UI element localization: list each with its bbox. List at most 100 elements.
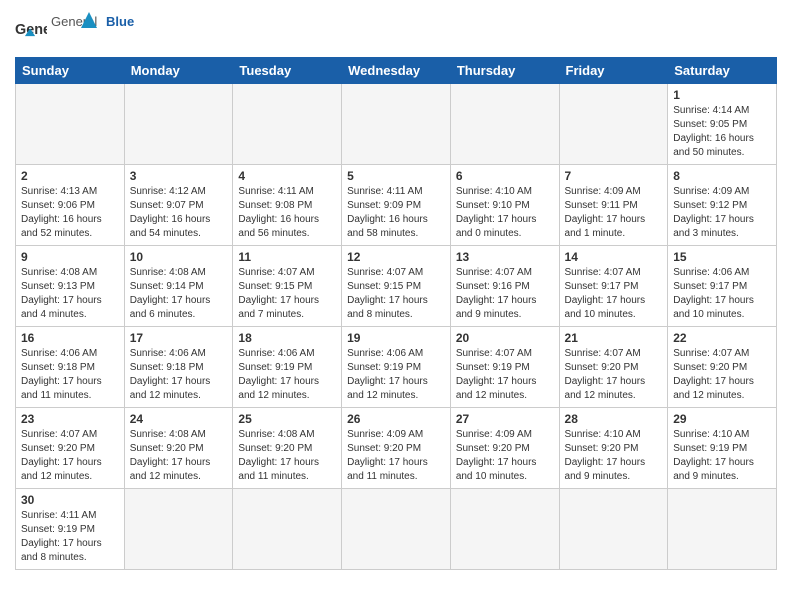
calendar-week-row: 30 Sunrise: 4:11 AM Sunset: 9:19 PM Dayli… — [16, 489, 777, 570]
calendar-cell: 3Sunrise: 4:12 AM Sunset: 9:07 PM Daylig… — [124, 165, 233, 246]
day-number: 29 — [673, 412, 771, 426]
day-info: Sunrise: 4:09 AM Sunset: 9:12 PM Dayligh… — [673, 185, 771, 241]
day-info: Sunrise: 4:06 AM Sunset: 9:18 PM Dayligh… — [130, 347, 228, 403]
calendar-cell — [124, 84, 233, 165]
day-info: Sunrise: 4:07 AM Sunset: 9:15 PM Dayligh… — [347, 266, 445, 322]
calendar-cell: 21 Sunrise: 4:07 AM Sunset: 9:20 PM Dayli… — [559, 327, 668, 408]
day-number: 9 — [21, 250, 119, 264]
day-info: Sunrise: 4:08 AM Sunset: 9:20 PM Dayligh… — [238, 428, 336, 484]
day-info: Sunrise: 4:06 AM Sunset: 9:17 PM Dayligh… — [673, 266, 771, 322]
day-info: Sunrise: 4:09 AM Sunset: 9:11 PM Dayligh… — [565, 185, 663, 241]
calendar-cell: 13Sunrise: 4:07 AM Sunset: 9:16 PM Dayli… — [450, 246, 559, 327]
day-header-wednesday: Wednesday — [342, 58, 451, 84]
day-header-tuesday: Tuesday — [233, 58, 342, 84]
day-info: Sunrise: 4:11 AM Sunset: 9:08 PM Dayligh… — [238, 185, 336, 241]
day-number: 4 — [238, 169, 336, 183]
calendar-cell — [233, 84, 342, 165]
day-number: 30 — [21, 493, 119, 507]
calendar-cell: 22 Sunrise: 4:07 AM Sunset: 9:20 PM Dayli… — [668, 327, 777, 408]
calendar-cell: 29Sunrise: 4:10 AM Sunset: 9:19 PM Dayli… — [668, 408, 777, 489]
day-info: Sunrise: 4:06 AM Sunset: 9:19 PM Dayligh… — [347, 347, 445, 403]
day-number: 20 — [456, 331, 554, 345]
calendar-week-row: 23Sunrise: 4:07 AM Sunset: 9:20 PM Dayli… — [16, 408, 777, 489]
day-header-sunday: Sunday — [16, 58, 125, 84]
day-number: 7 — [565, 169, 663, 183]
calendar-cell: 25Sunrise: 4:08 AM Sunset: 9:20 PM Dayli… — [233, 408, 342, 489]
day-number: 26 — [347, 412, 445, 426]
day-info: Sunrise: 4:07 AM Sunset: 9:20 PM Dayligh… — [565, 347, 663, 403]
calendar-cell — [559, 84, 668, 165]
day-number: 6 — [456, 169, 554, 183]
calendar-cell — [124, 489, 233, 570]
day-info: Sunrise: 4:06 AM Sunset: 9:19 PM Dayligh… — [238, 347, 336, 403]
calendar-cell — [342, 84, 451, 165]
calendar-cell — [450, 489, 559, 570]
day-number: 13 — [456, 250, 554, 264]
day-number: 10 — [130, 250, 228, 264]
calendar-cell: 8 Sunrise: 4:09 AM Sunset: 9:12 PM Daylig… — [668, 165, 777, 246]
day-info: Sunrise: 4:09 AM Sunset: 9:20 PM Dayligh… — [347, 428, 445, 484]
day-number: 16 — [21, 331, 119, 345]
day-info: Sunrise: 4:10 AM Sunset: 9:10 PM Dayligh… — [456, 185, 554, 241]
calendar-cell: 15 Sunrise: 4:06 AM Sunset: 9:17 PM Dayli… — [668, 246, 777, 327]
calendar-cell: 14Sunrise: 4:07 AM Sunset: 9:17 PM Dayli… — [559, 246, 668, 327]
calendar-cell: 12 Sunrise: 4:07 AM Sunset: 9:15 PM Dayli… — [342, 246, 451, 327]
calendar-cell: 19 Sunrise: 4:06 AM Sunset: 9:19 PM Dayli… — [342, 327, 451, 408]
day-number: 21 — [565, 331, 663, 345]
logo: General General Blue — [15, 10, 141, 53]
calendar-cell: 10 Sunrise: 4:08 AM Sunset: 9:14 PM Dayli… — [124, 246, 233, 327]
day-info: Sunrise: 4:08 AM Sunset: 9:14 PM Dayligh… — [130, 266, 228, 322]
day-info: Sunrise: 4:11 AM Sunset: 9:09 PM Dayligh… — [347, 185, 445, 241]
day-info: Sunrise: 4:11 AM Sunset: 9:19 PM Dayligh… — [21, 509, 119, 565]
calendar-cell: 6 Sunrise: 4:10 AM Sunset: 9:10 PM Daylig… — [450, 165, 559, 246]
calendar-cell: 11Sunrise: 4:07 AM Sunset: 9:15 PM Dayli… — [233, 246, 342, 327]
calendar-cell: 23Sunrise: 4:07 AM Sunset: 9:20 PM Dayli… — [16, 408, 125, 489]
svg-text:Blue: Blue — [106, 14, 134, 29]
generalblue-logo: General Blue — [51, 10, 141, 48]
calendar-week-row: 2Sunrise: 4:13 AM Sunset: 9:06 PM Daylig… — [16, 165, 777, 246]
calendar-cell: 2Sunrise: 4:13 AM Sunset: 9:06 PM Daylig… — [16, 165, 125, 246]
calendar-table: SundayMondayTuesdayWednesdayThursdayFrid… — [15, 57, 777, 570]
day-number: 27 — [456, 412, 554, 426]
day-header-saturday: Saturday — [668, 58, 777, 84]
day-number: 1 — [673, 88, 771, 102]
calendar-cell: 7 Sunrise: 4:09 AM Sunset: 9:11 PM Daylig… — [559, 165, 668, 246]
day-info: Sunrise: 4:06 AM Sunset: 9:18 PM Dayligh… — [21, 347, 119, 403]
day-number: 8 — [673, 169, 771, 183]
day-number: 11 — [238, 250, 336, 264]
day-info: Sunrise: 4:07 AM Sunset: 9:20 PM Dayligh… — [21, 428, 119, 484]
calendar-week-row: 16 Sunrise: 4:06 AM Sunset: 9:18 PM Dayli… — [16, 327, 777, 408]
calendar-cell — [668, 489, 777, 570]
calendar-cell: 30 Sunrise: 4:11 AM Sunset: 9:19 PM Dayli… — [16, 489, 125, 570]
calendar-week-row: 1 Sunrise: 4:14 AM Sunset: 9:05 PM Daylig… — [16, 84, 777, 165]
day-info: Sunrise: 4:08 AM Sunset: 9:13 PM Dayligh… — [21, 266, 119, 322]
calendar-cell: 26 Sunrise: 4:09 AM Sunset: 9:20 PM Dayli… — [342, 408, 451, 489]
page-header: General General Blue — [15, 10, 777, 53]
day-number: 19 — [347, 331, 445, 345]
calendar-cell: 28 Sunrise: 4:10 AM Sunset: 9:20 PM Dayli… — [559, 408, 668, 489]
day-number: 15 — [673, 250, 771, 264]
calendar-cell: 27 Sunrise: 4:09 AM Sunset: 9:20 PM Dayli… — [450, 408, 559, 489]
day-number: 2 — [21, 169, 119, 183]
day-number: 3 — [130, 169, 228, 183]
calendar-cell: 1 Sunrise: 4:14 AM Sunset: 9:05 PM Daylig… — [668, 84, 777, 165]
day-number: 12 — [347, 250, 445, 264]
calendar-cell: 4 Sunrise: 4:11 AM Sunset: 9:08 PM Daylig… — [233, 165, 342, 246]
calendar-cell — [233, 489, 342, 570]
day-number: 24 — [130, 412, 228, 426]
calendar-week-row: 9 Sunrise: 4:08 AM Sunset: 9:13 PM Daylig… — [16, 246, 777, 327]
day-header-monday: Monday — [124, 58, 233, 84]
calendar-cell: 9 Sunrise: 4:08 AM Sunset: 9:13 PM Daylig… — [16, 246, 125, 327]
calendar-cell: 18Sunrise: 4:06 AM Sunset: 9:19 PM Dayli… — [233, 327, 342, 408]
day-number: 28 — [565, 412, 663, 426]
day-header-thursday: Thursday — [450, 58, 559, 84]
calendar-cell: 20Sunrise: 4:07 AM Sunset: 9:19 PM Dayli… — [450, 327, 559, 408]
day-number: 22 — [673, 331, 771, 345]
day-info: Sunrise: 4:10 AM Sunset: 9:20 PM Dayligh… — [565, 428, 663, 484]
day-number: 17 — [130, 331, 228, 345]
day-info: Sunrise: 4:07 AM Sunset: 9:20 PM Dayligh… — [673, 347, 771, 403]
day-info: Sunrise: 4:09 AM Sunset: 9:20 PM Dayligh… — [456, 428, 554, 484]
day-info: Sunrise: 4:14 AM Sunset: 9:05 PM Dayligh… — [673, 104, 771, 160]
calendar-cell — [342, 489, 451, 570]
calendar-cell: 16 Sunrise: 4:06 AM Sunset: 9:18 PM Dayli… — [16, 327, 125, 408]
